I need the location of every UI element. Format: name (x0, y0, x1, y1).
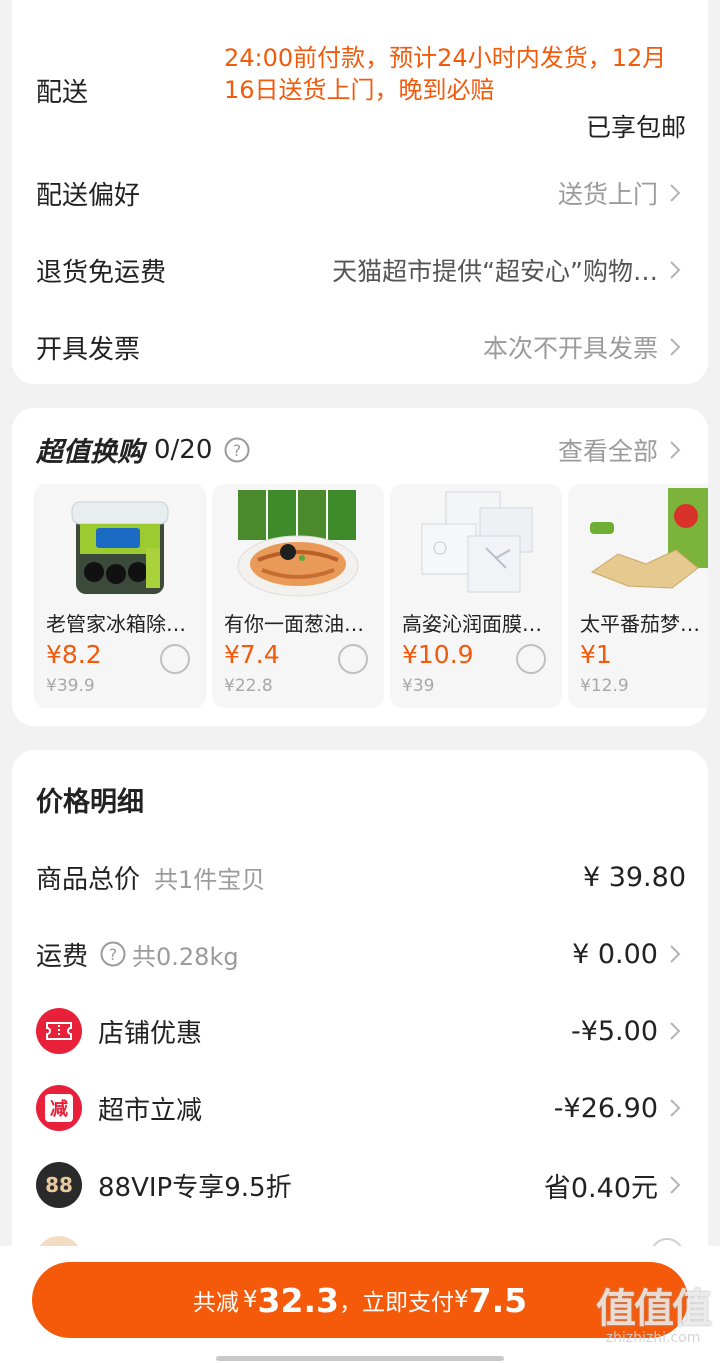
supermarket-reduction-label: 超市立减 (98, 1095, 203, 1126)
trade-up-count: 0/20 (154, 434, 213, 465)
store-discount-value: -¥5.00 (570, 1015, 658, 1047)
instant-reduction-icon: 减 (36, 1085, 82, 1131)
vip-discount-value: 省0.40元 (543, 1172, 658, 1204)
trade-up-card: 超值换购 0/20 ? 查看全部 老管家冰箱除… ¥8.2 ¥39.9 有你一面… (12, 408, 708, 726)
trade-up-title: 超值换购 0/20 ? (36, 430, 250, 469)
shipping-weight: 共0.28kg (132, 942, 239, 971)
delivery-preference-value: 送货上门 (557, 180, 658, 209)
pay-currency: ¥ (242, 1287, 258, 1313)
delivery-card: 配送 24:00前付款，预计24小时内发货，12月16日送货上门，晚到必赔 已享… (12, 0, 708, 384)
shipping-fee-value: ¥ 0.00 (572, 938, 658, 970)
chevron-right-icon (664, 943, 686, 965)
supermarket-reduction-value: -¥26.90 (553, 1092, 658, 1124)
88vip-icon: 88 (36, 1162, 82, 1208)
face-mask-image (421, 491, 533, 593)
product-price: ¥1 (580, 640, 612, 669)
delivery-preference-row[interactable]: 配送偏好 送货上门 (36, 172, 686, 214)
site-watermark: 值值值 zhizhizhi.com (596, 1276, 712, 1346)
return-shipping-row[interactable]: 退货免运费 天猫超市提供“超安心”购物… (36, 249, 686, 291)
product-name: 高姿沁润面膜… (402, 612, 542, 636)
trade-up-brand: 超值换购 (36, 437, 144, 468)
svg-text:?: ? (233, 441, 242, 460)
product-price: ¥7.4 (224, 640, 280, 669)
pay-now-button[interactable]: 共减 ¥ 32.3 ，立即支付 ¥ 7.5 (32, 1262, 688, 1338)
invoice-label: 开具发票 (36, 334, 141, 365)
scallion-noodles-image (237, 490, 359, 597)
supermarket-reduction-row[interactable]: 减 超市立减 -¥26.90 (36, 1083, 686, 1133)
view-all-label: 查看全部 (557, 437, 658, 466)
product-card[interactable]: 太平番茄梦… ¥1 ¥12.9 (568, 484, 708, 708)
tomato-crackers-image (590, 488, 708, 589)
goods-total-label: 商品总价 (36, 864, 141, 895)
product-name: 太平番茄梦… (580, 612, 700, 636)
product-card[interactable]: 有你一面葱油… ¥7.4 ¥22.8 (212, 484, 384, 708)
shipping-fee-row[interactable]: 运费 ? 共0.28kg ¥ 0.00 (36, 933, 686, 975)
svg-text:?: ? (109, 945, 118, 964)
price-detail-title: 价格明细 (36, 787, 144, 818)
chevron-right-icon (664, 336, 686, 358)
free-shipping-text: 已享包邮 (585, 113, 686, 142)
store-discount-label: 店铺优惠 (98, 1018, 203, 1049)
product-original-price: ¥39.9 (46, 676, 95, 696)
view-all-link[interactable]: 查看全部 (558, 432, 686, 468)
product-original-price: ¥22.8 (224, 676, 273, 696)
vip-discount-row[interactable]: 88 88VIP专享9.5折 省0.40元 (36, 1160, 686, 1210)
select-radio[interactable] (338, 644, 368, 674)
trade-up-product-list: 老管家冰箱除… ¥8.2 ¥39.9 有你一面葱油… ¥7.4 ¥22.8 高姿… (34, 484, 708, 708)
goods-total-value: ¥ 39.80 (582, 861, 686, 893)
shipping-fee-label: 运费 (36, 941, 89, 972)
pay-currency: ¥ (453, 1287, 469, 1313)
vip-discount-label: 88VIP专享9.5折 (98, 1172, 292, 1203)
watermark-glyph: 值值值 (596, 1286, 712, 1332)
goods-total-row: 商品总价 共1件宝贝 ¥ 39.80 (36, 856, 686, 898)
price-detail-card: 价格明细 商品总价 共1件宝贝 ¥ 39.80 运费 ? 共0.28kg ¥ 0… (12, 750, 708, 1282)
vip-badge-text: 88 (45, 1173, 73, 1197)
fridge-deodorizer-image (71, 501, 169, 594)
help-icon[interactable]: ? (100, 941, 126, 967)
pay-middle: ，立即支付 (338, 1290, 454, 1316)
bottom-bar: 共减 ¥ 32.3 ，立即支付 ¥ 7.5 值值值 zhizhizhi.com (0, 1246, 720, 1363)
chevron-right-icon (664, 439, 686, 461)
invoice-value: 本次不开具发票 (482, 334, 658, 363)
goods-count: 共1件宝贝 (154, 865, 266, 894)
coupon-ticket-icon (36, 1008, 82, 1054)
return-shipping-label: 退货免运费 (36, 257, 167, 288)
total-saved-amount: 32.3 (257, 1280, 339, 1320)
product-card[interactable]: 高姿沁润面膜… ¥10.9 ¥39 (390, 484, 562, 708)
product-price: ¥10.9 (402, 640, 474, 669)
watermark-url: zhizhizhi.com (605, 1330, 701, 1346)
pay-prefix: 共减 (192, 1290, 239, 1316)
chevron-right-icon (664, 1174, 686, 1196)
product-original-price: ¥12.9 (580, 676, 629, 696)
invoice-row[interactable]: 开具发票 本次不开具发票 (36, 326, 686, 368)
store-discount-row[interactable]: 店铺优惠 -¥5.00 (36, 1006, 686, 1056)
select-radio[interactable] (160, 644, 190, 674)
product-name: 老管家冰箱除… (46, 612, 186, 636)
product-price: ¥8.2 (46, 640, 102, 669)
delivery-label: 配送 (36, 78, 89, 108)
return-shipping-value: 天猫超市提供“超安心”购物… (332, 257, 658, 286)
pay-amount: 7.5 (468, 1280, 528, 1320)
help-icon[interactable]: ? (224, 437, 250, 463)
delivery-preference-label: 配送偏好 (36, 180, 141, 211)
product-card[interactable]: 老管家冰箱除… ¥8.2 ¥39.9 (34, 484, 206, 708)
home-indicator[interactable] (216, 1356, 504, 1361)
chevron-right-icon (664, 1097, 686, 1119)
chevron-right-icon (664, 1020, 686, 1042)
delivery-estimate: 24:00前付款，预计24小时内发货，12月16日送货上门，晚到必赔 (224, 44, 667, 104)
reduction-badge-text: 减 (45, 1094, 73, 1122)
product-name: 有你一面葱油… (224, 612, 364, 636)
chevron-right-icon (664, 259, 686, 281)
select-radio[interactable] (516, 644, 546, 674)
product-original-price: ¥39 (402, 676, 435, 696)
chevron-right-icon (664, 182, 686, 204)
